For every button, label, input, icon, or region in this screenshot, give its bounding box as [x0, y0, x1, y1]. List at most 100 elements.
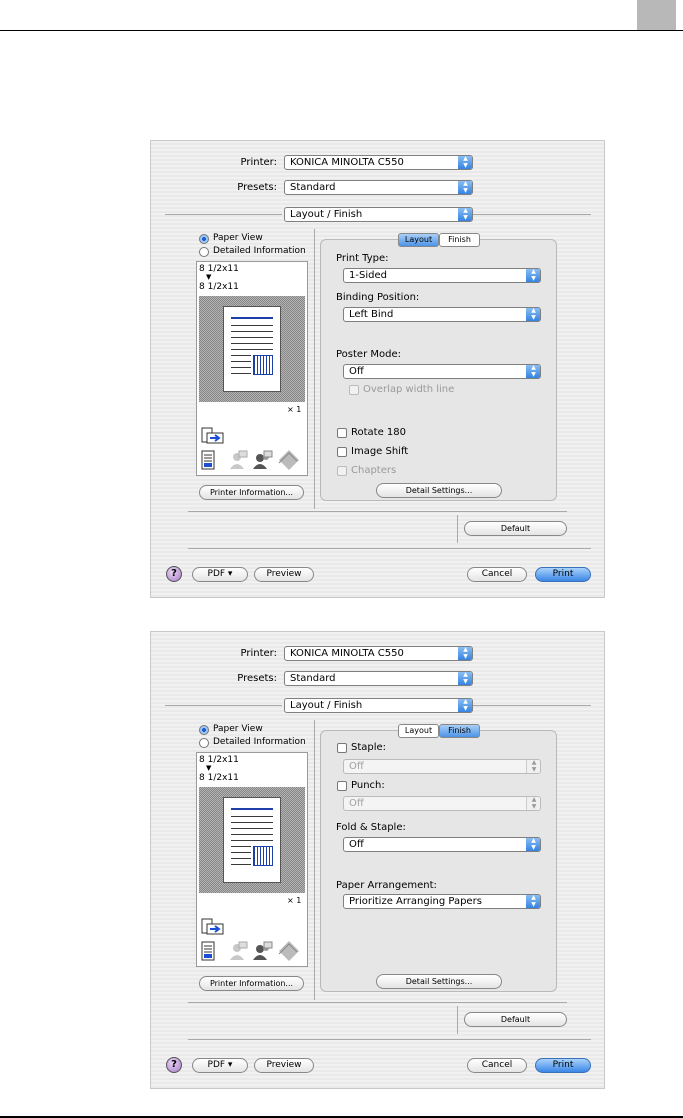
cancel-button[interactable]: Cancel: [467, 1058, 527, 1073]
detailed-info-radio[interactable]: [199, 247, 209, 257]
print-type-popup[interactable]: 1-Sided ▲ ▼: [343, 268, 541, 283]
staple-popup[interactable]: Off ▲ ▼: [343, 759, 541, 774]
page-line: [231, 808, 273, 810]
paper-view-radio[interactable]: [199, 725, 209, 735]
document-icon: [201, 450, 215, 470]
staple-checkbox[interactable]: [337, 743, 347, 753]
cancel-button[interactable]: Cancel: [467, 567, 527, 582]
popup-arrows-icon: ▲ ▼: [526, 365, 540, 378]
presets-popup[interactable]: Standard ▲ ▼: [284, 671, 473, 686]
page-line: [231, 325, 273, 326]
default-button[interactable]: Default: [464, 1012, 567, 1027]
tab-finish[interactable]: Finish: [439, 724, 480, 738]
page-line: [231, 828, 273, 829]
page-line: [231, 858, 251, 859]
print-button[interactable]: Print: [535, 1058, 591, 1073]
poster-mode-popup[interactable]: Off ▲ ▼: [343, 364, 541, 379]
preview-button[interactable]: Preview: [254, 1058, 314, 1073]
pdf-button[interactable]: PDF ▾: [192, 1058, 248, 1073]
detail-settings-button[interactable]: Detail Settings...: [376, 483, 502, 498]
image-block: [253, 355, 273, 375]
poster-mode-label: Poster Mode:: [336, 349, 401, 360]
separator: [473, 705, 591, 706]
tab-layout[interactable]: Layout: [398, 724, 439, 738]
detailed-info-radio[interactable]: [199, 738, 209, 748]
stack-icon: [278, 450, 299, 470]
pane-value: Layout / Finish: [290, 700, 363, 711]
default-button[interactable]: Default: [464, 521, 567, 536]
paper-size-bottom: 8 1/2x11: [199, 773, 239, 783]
punch-checkbox[interactable]: [337, 781, 347, 791]
chapters-checkbox[interactable]: [337, 466, 347, 476]
separator: [188, 548, 591, 549]
page-line: [231, 846, 251, 847]
printer-value: KONICA MINOLTA C550: [290, 648, 404, 659]
print-dialog-layout: Printer: KONICA MINOLTA C550 ▲ ▼ Presets: …: [150, 140, 605, 598]
popup-arrows-icon: ▲ ▼: [458, 699, 472, 712]
page-line: [231, 834, 273, 835]
popup-arrows-icon: ▲ ▼: [458, 647, 472, 660]
printer-information-button[interactable]: Printer Information...: [199, 976, 304, 991]
popup-arrows-icon: ▲ ▼: [526, 308, 540, 321]
page-line: [231, 361, 251, 362]
page-line: [231, 373, 251, 374]
pane-popup[interactable]: Layout / Finish ▲ ▼: [284, 207, 473, 222]
punch-popup[interactable]: Off ▲ ▼: [343, 796, 541, 811]
binding-position-popup[interactable]: Left Bind ▲ ▼: [343, 307, 541, 322]
paper-preview: 8 1/2x11 ▼ 8 1/2x11 × 1: [196, 261, 308, 476]
separator: [188, 1039, 591, 1040]
copies-count: × 1: [287, 896, 302, 905]
page-line: [231, 822, 273, 823]
overlap-width-label: Overlap width line: [363, 384, 455, 395]
print-button[interactable]: Print: [535, 567, 591, 582]
detailed-info-label: Detailed Information: [213, 737, 306, 747]
pdf-button[interactable]: PDF ▾: [192, 567, 248, 582]
page-thumbnail: [223, 306, 281, 392]
rotate-180-label: Rotate 180: [351, 427, 407, 438]
users-icon: [253, 450, 273, 469]
poster-mode-value: Off: [349, 366, 364, 377]
pane-popup[interactable]: Layout / Finish ▲ ▼: [284, 698, 473, 713]
help-icon[interactable]: ?: [166, 1057, 182, 1073]
overlap-width-checkbox[interactable]: [349, 385, 359, 395]
preview-button[interactable]: Preview: [254, 567, 314, 582]
print-dialog-finish: Printer: KONICA MINOLTA C550 ▲ ▼ Presets: …: [150, 631, 605, 1089]
paper-view-radio[interactable]: [199, 234, 209, 244]
popup-arrows-icon: ▲ ▼: [458, 181, 472, 194]
page-thumbnail: [223, 797, 281, 883]
printer-layout-icon: [201, 427, 224, 444]
detail-settings-button[interactable]: Detail Settings...: [376, 974, 502, 989]
paper-size-top: 8 1/2x11: [199, 755, 239, 765]
tab-layout[interactable]: Layout: [398, 233, 439, 247]
presets-label: Presets:: [237, 673, 277, 684]
popup-arrows-icon: ▲ ▼: [458, 156, 472, 169]
popup-arrows-icon: ▲ ▼: [526, 797, 540, 810]
rotate-180-checkbox[interactable]: [337, 428, 347, 438]
printer-value: KONICA MINOLTA C550: [290, 157, 404, 168]
print-type-value: 1-Sided: [349, 270, 387, 281]
fold-staple-value: Off: [349, 839, 364, 850]
stack-icon: [278, 941, 299, 961]
presets-popup[interactable]: Standard ▲ ▼: [284, 180, 473, 195]
page-line: [231, 349, 273, 350]
popup-arrows-icon: ▲ ▼: [526, 760, 540, 773]
presets-value: Standard: [290, 673, 336, 684]
image-shift-checkbox[interactable]: [337, 447, 347, 457]
punch-value: Off: [349, 798, 364, 809]
separator: [165, 705, 282, 706]
separator: [165, 214, 282, 215]
page-line: [231, 317, 273, 319]
page-line: [231, 852, 251, 853]
binding-position-label: Binding Position:: [336, 292, 420, 303]
paper-preview: 8 1/2x11 ▼ 8 1/2x11 × 1: [196, 752, 308, 967]
help-icon[interactable]: ?: [166, 566, 182, 582]
page-line: [231, 864, 251, 865]
printer-popup[interactable]: KONICA MINOLTA C550 ▲ ▼: [284, 646, 473, 661]
printer-information-button[interactable]: Printer Information...: [199, 485, 304, 500]
fold-staple-popup[interactable]: Off ▲ ▼: [343, 837, 541, 852]
binding-position-value: Left Bind: [349, 309, 394, 320]
tab-finish[interactable]: Finish: [439, 233, 480, 247]
printer-popup[interactable]: KONICA MINOLTA C550 ▲ ▼: [284, 155, 473, 170]
page-line: [231, 840, 273, 841]
paper-arrangement-popup[interactable]: Prioritize Arranging Papers ▲ ▼: [343, 894, 541, 909]
